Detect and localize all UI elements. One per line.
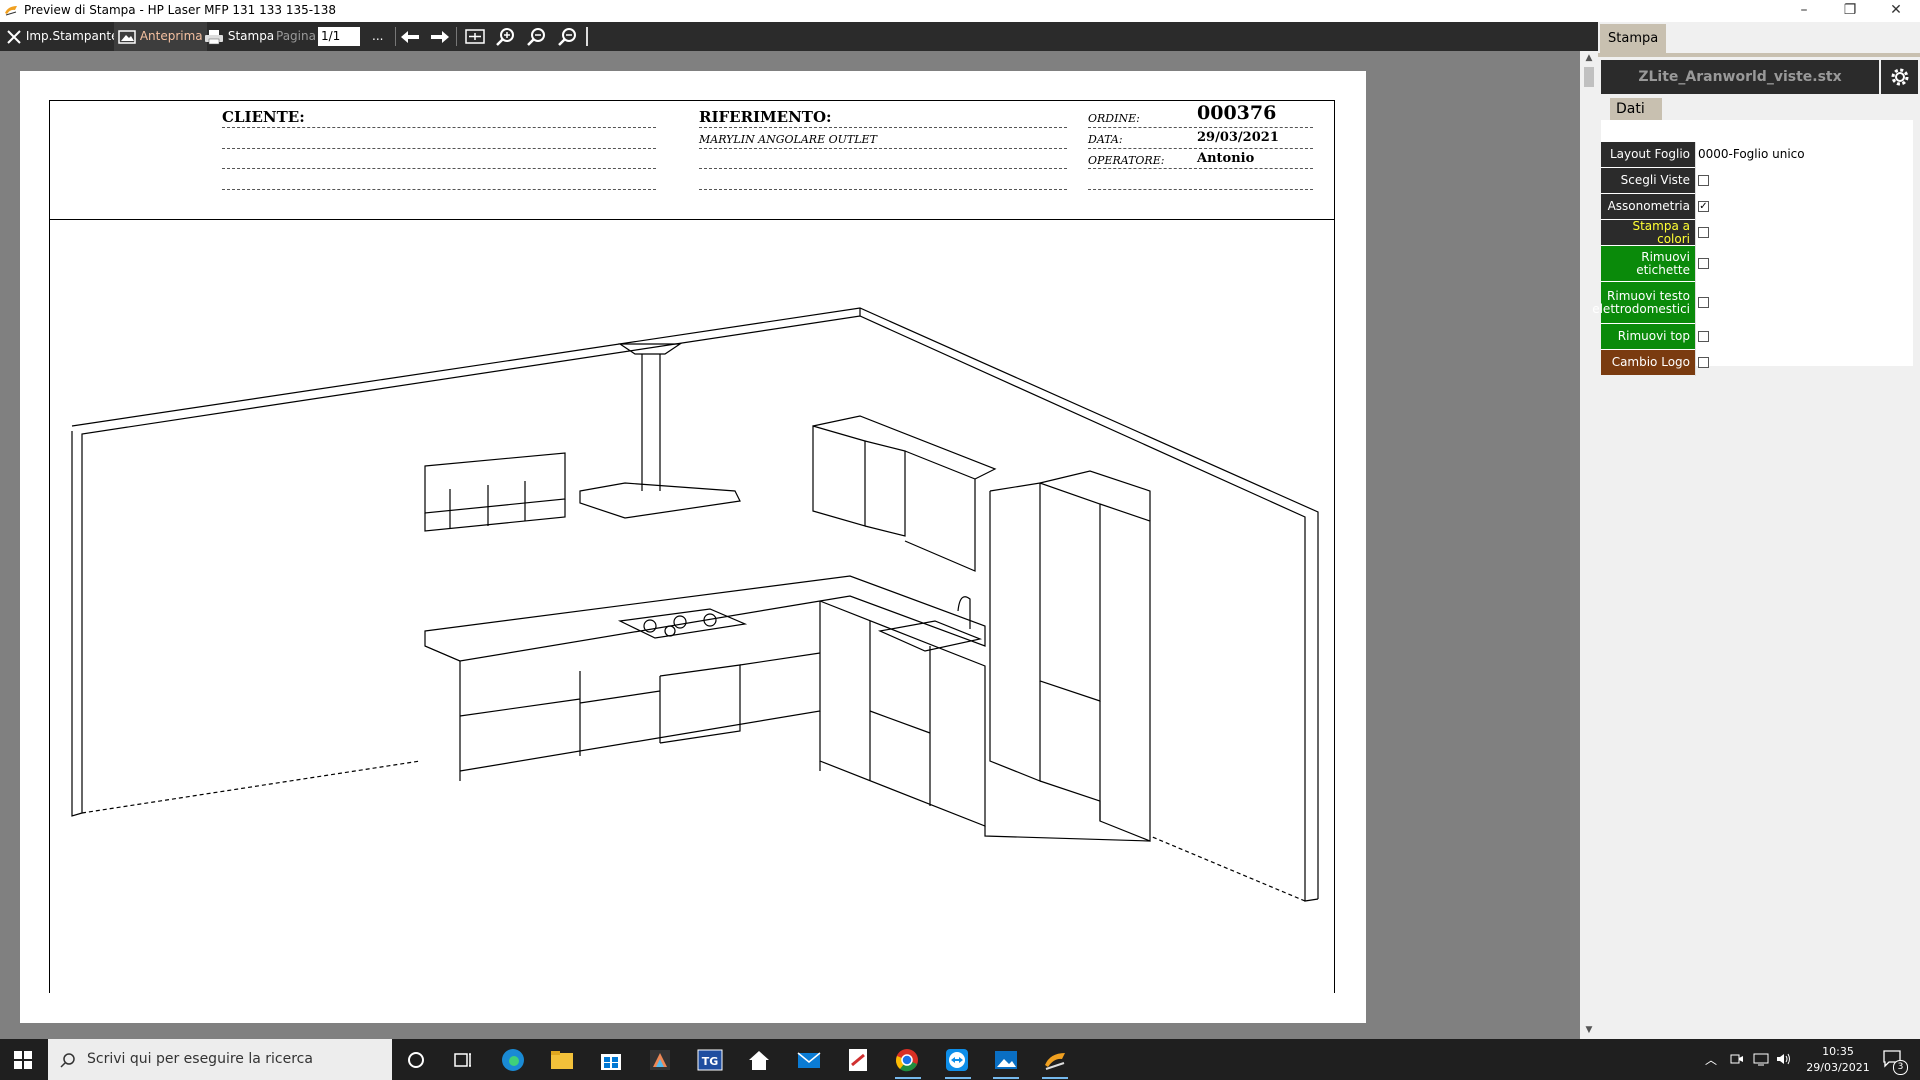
gear-icon: [1891, 68, 1909, 86]
settings-panel: Stampa ZLite_Aranworld_viste.stx Dati La…: [1592, 22, 1920, 1039]
pdf-app-icon[interactable]: [845, 1047, 871, 1073]
property-checkbox[interactable]: [1698, 258, 1709, 269]
active-indicator: [945, 1077, 971, 1079]
tab-stampa[interactable]: Stampa: [1600, 24, 1666, 53]
mail-icon[interactable]: [796, 1047, 822, 1073]
page-label: Pagina: [276, 29, 316, 43]
property-label: Rimuovi testo elettrodomestici: [1592, 282, 1695, 323]
chrome-icon[interactable]: [894, 1047, 920, 1073]
svg-text:TG: TG: [702, 1055, 719, 1068]
preview-label: Anteprima: [139, 29, 203, 43]
toolbar-separator: [395, 27, 396, 46]
print-label: Stampa: [227, 29, 275, 43]
layout-foglio-value[interactable]: 0000-Foglio unico: [1698, 142, 1805, 167]
property-label: Scegli Viste: [1601, 168, 1695, 193]
meet-now-icon[interactable]: [1730, 1052, 1744, 1066]
file-explorer-icon[interactable]: [549, 1047, 575, 1073]
store-icon[interactable]: [598, 1047, 624, 1073]
active-indicator: [993, 1077, 1019, 1079]
preview-button[interactable]: Anteprima: [114, 22, 207, 51]
cortana-icon[interactable]: [403, 1047, 429, 1073]
printer-setup-button[interactable]: Imp.Stampante: [6, 22, 119, 51]
property-checkbox[interactable]: [1698, 357, 1709, 368]
property-checkbox[interactable]: [1698, 297, 1709, 308]
scroll-up-icon[interactable]: ▲: [1582, 53, 1596, 63]
color-app-icon[interactable]: [647, 1047, 673, 1073]
notification-count-badge: 3: [1893, 1060, 1908, 1075]
property-label: Cambio Logo: [1601, 350, 1695, 375]
network-icon[interactable]: [1753, 1052, 1769, 1066]
tray-chevron-icon[interactable]: ︿: [1705, 1051, 1717, 1068]
property-checkbox[interactable]: [1698, 227, 1709, 238]
tab-dati[interactable]: Dati: [1610, 98, 1662, 120]
image-icon: [118, 29, 136, 44]
layout-filename: ZLite_Aranworld_viste.stx: [1601, 60, 1879, 94]
settings-button[interactable]: [1881, 60, 1918, 94]
property-checkbox[interactable]: [1698, 175, 1709, 186]
search-icon: [60, 1053, 75, 1068]
print-page: CLIENTE: RIFERIMENTO: MARYLIN ANGOLARE O…: [20, 71, 1366, 1023]
photos-icon[interactable]: [993, 1047, 1019, 1073]
toolbar-separator: [456, 27, 457, 46]
property-label: Layout Foglio: [1601, 142, 1695, 167]
tab-underline: [1598, 53, 1920, 57]
window-title: Preview di Stampa - HP Laser MFP 131 133…: [24, 3, 336, 17]
edge-browser-icon[interactable]: [500, 1047, 526, 1073]
title-bar: Preview di Stampa - HP Laser MFP 131 133…: [0, 0, 1920, 22]
teamviewer-icon[interactable]: [944, 1047, 970, 1073]
property-label: Stampa a colori: [1601, 219, 1695, 245]
kitchen-design-app-icon[interactable]: [1042, 1047, 1068, 1073]
toolbar: Imp.Stampante Anteprima Stampa Pagina 1/…: [0, 22, 1598, 51]
taskbar-search-box[interactable]: Scrivi qui per eseguire la ricerca: [48, 1039, 392, 1080]
active-indicator: [1042, 1077, 1068, 1079]
zoom-icon[interactable]: [526, 27, 546, 47]
zoom-out-icon[interactable]: [557, 27, 577, 47]
vertical-scrollbar[interactable]: ▲ ▼: [1580, 51, 1598, 1039]
more-button[interactable]: ...: [372, 22, 383, 51]
property-label: Assonometria: [1601, 194, 1695, 219]
minimize-button[interactable]: –: [1781, 0, 1827, 22]
search-placeholder: Scrivi qui per eseguire la ricerca: [87, 1051, 313, 1067]
grid-divider: [1695, 142, 1696, 376]
active-indicator: [895, 1077, 921, 1079]
arrow-left-icon[interactable]: [400, 29, 420, 45]
windows-start-icon[interactable]: [14, 1051, 32, 1069]
property-label: Rimuovi top: [1601, 324, 1695, 349]
fit-page-icon[interactable]: [465, 28, 485, 45]
kitchen-axonometry-drawing: [71, 307, 1319, 902]
print-button[interactable]: Stampa: [204, 22, 274, 51]
clock-date[interactable]: 29/03/2021: [1803, 1061, 1873, 1074]
toolbar-grip: [586, 27, 588, 46]
property-checkbox[interactable]: ✓: [1698, 201, 1709, 212]
printer-icon: [205, 29, 223, 44]
arrow-right-icon[interactable]: [430, 29, 450, 45]
scroll-thumb[interactable]: [1584, 67, 1594, 87]
zoom-in-icon[interactable]: [495, 27, 515, 47]
property-label: Rimuovi etichette: [1601, 246, 1695, 281]
page-input[interactable]: 1/1: [318, 27, 360, 46]
printer-setup-label: Imp.Stampante: [25, 29, 119, 43]
task-view-icon[interactable]: [450, 1047, 476, 1073]
clock-time[interactable]: 10:35: [1803, 1045, 1873, 1058]
restore-button[interactable]: ❐: [1827, 0, 1873, 22]
close-button[interactable]: ✕: [1873, 0, 1919, 22]
property-checkbox[interactable]: [1698, 331, 1709, 342]
volume-icon[interactable]: [1776, 1052, 1792, 1066]
home-icon[interactable]: [746, 1047, 772, 1073]
app-icon: [5, 6, 17, 16]
preview-area[interactable]: CLIENTE: RIFERIMENTO: MARYLIN ANGOLARE O…: [0, 51, 1580, 1039]
tools-icon: [7, 29, 21, 44]
taskbar: Scrivi qui per eseguire la ricerca TG ︿ …: [0, 1039, 1920, 1080]
tg-app-icon[interactable]: TG: [697, 1047, 723, 1073]
scroll-down-icon[interactable]: ▼: [1582, 1025, 1596, 1035]
